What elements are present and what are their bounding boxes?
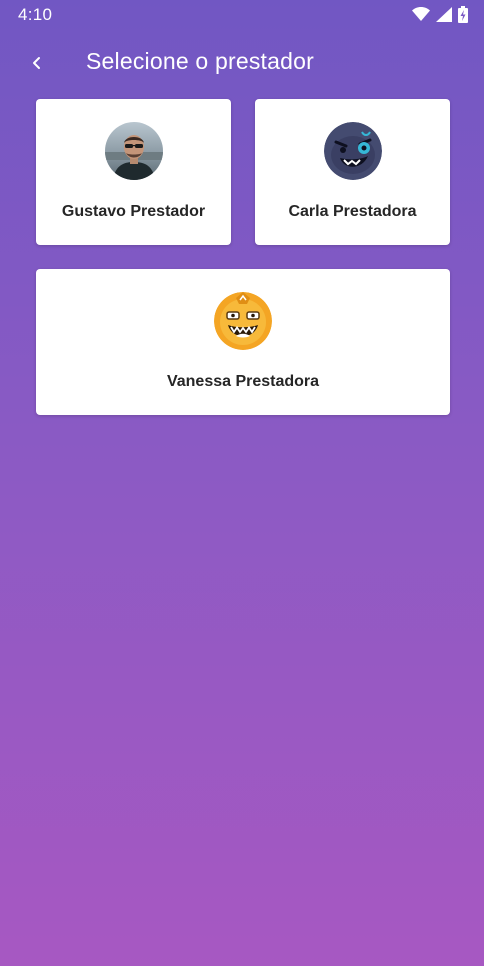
battery-charging-icon	[458, 6, 468, 23]
status-icons	[412, 6, 468, 23]
status-time: 4:10	[18, 5, 53, 24]
app-bar: Selecione o prestador	[0, 30, 484, 96]
avatar	[104, 122, 163, 180]
signal-icon	[436, 7, 452, 22]
back-button[interactable]	[20, 46, 54, 80]
chevron-left-icon	[33, 57, 40, 69]
avatar	[323, 122, 382, 180]
page-title: Selecione o prestador	[86, 48, 314, 74]
provider-card-gustavo[interactable]: Gustavo Prestador	[36, 99, 231, 245]
provider-name: Vanessa Prestadora	[166, 373, 320, 390]
status-bar: 4:10	[0, 0, 484, 30]
provider-card-vanessa[interactable]: Vanessa Prestadora	[36, 269, 450, 415]
provider-name: Gustavo Prestador	[61, 203, 206, 220]
provider-card-carla[interactable]: Carla Prestadora	[255, 99, 450, 245]
avatar	[214, 292, 272, 350]
provider-name: Carla Prestadora	[288, 203, 417, 220]
wifi-icon	[412, 7, 430, 21]
